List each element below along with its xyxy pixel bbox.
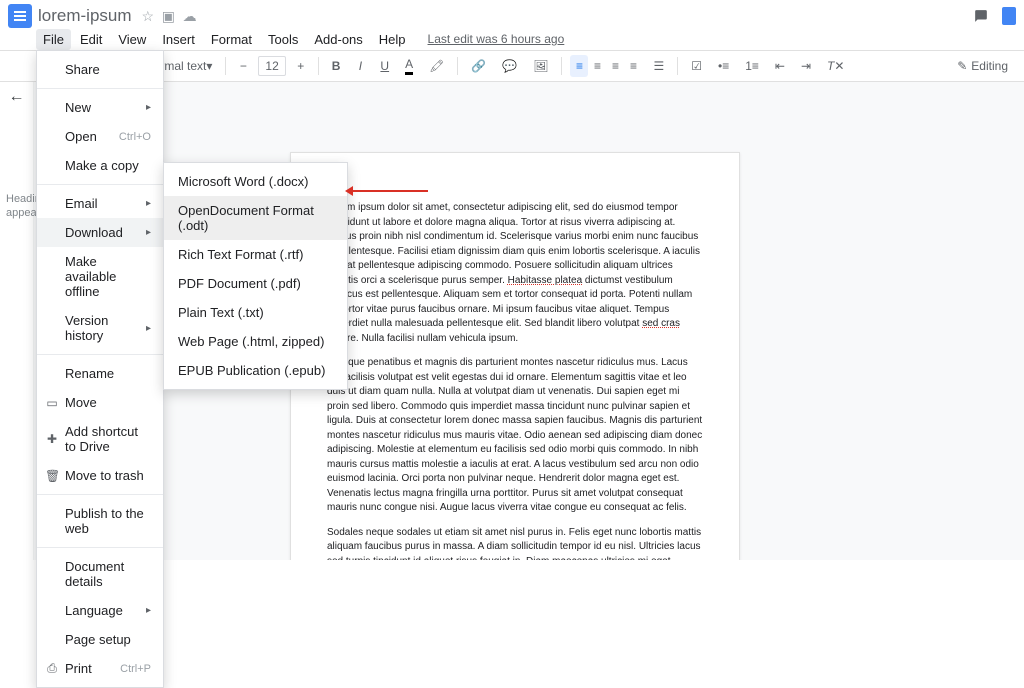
menu-divider (37, 88, 163, 89)
font-size-decrease[interactable]: − (234, 55, 252, 77)
download-epub[interactable]: EPUB Publication (.epub) (164, 356, 347, 385)
line-spacing-button[interactable]: ☰ (648, 55, 669, 77)
bulleted-list-button[interactable]: •≡ (713, 55, 734, 77)
separator (561, 57, 562, 75)
menu-addons[interactable]: Add-ons (307, 29, 369, 50)
menu-download[interactable]: Download▸ (37, 218, 163, 247)
menu-divider (37, 547, 163, 548)
menu-format[interactable]: Format (204, 29, 259, 50)
align-center-button[interactable]: ≡ (588, 55, 606, 77)
download-txt[interactable]: Plain Text (.txt) (164, 298, 347, 327)
menu-version-history[interactable]: Version history▸ (37, 306, 163, 350)
separator (677, 57, 678, 75)
annotation-arrow (348, 190, 428, 192)
menu-add-shortcut[interactable]: ✚Add shortcut to Drive (37, 417, 163, 461)
highlight-button[interactable]: 🖍 (424, 55, 449, 77)
outline-toggle[interactable]: ← (0, 82, 34, 560)
bold-button[interactable]: B (327, 55, 346, 77)
menu-share[interactable]: Share (37, 55, 163, 84)
doc-title[interactable]: lorem-ipsum (38, 6, 132, 26)
align-left-button[interactable]: ≡ (570, 55, 588, 77)
page[interactable]: Lorem ipsum dolor sit amet, consectetur … (290, 152, 740, 560)
menu-doc-details[interactable]: Document details (37, 552, 163, 596)
menu-divider (37, 184, 163, 185)
separator (318, 57, 319, 75)
menu-publish[interactable]: Publish to the web (37, 499, 163, 543)
checklist-button[interactable]: ☑ (686, 55, 707, 77)
menu-help[interactable]: Help (372, 29, 413, 50)
download-html[interactable]: Web Page (.html, zipped) (164, 327, 347, 356)
paragraph[interactable]: Sodales neque sodales ut etiam sit amet … (327, 526, 703, 561)
indent-increase-button[interactable]: ⇥ (796, 55, 816, 77)
paragraph[interactable]: Lorem ipsum dolor sit amet, consectetur … (327, 201, 703, 346)
indent-decrease-button[interactable]: ⇤ (770, 55, 790, 77)
share-avatar[interactable] (1002, 7, 1016, 25)
insert-link-button[interactable]: 🔗 (466, 55, 491, 77)
clear-formatting-button[interactable]: T✕ (822, 55, 849, 77)
title-icon-group: ☆ ▣ ☁ (138, 8, 197, 25)
insert-image-button[interactable]: 🖼 (528, 55, 553, 77)
align-justify-button[interactable]: ≡ (624, 55, 642, 77)
paragraph[interactable]: Natoque penatibus et magnis dis parturie… (327, 356, 703, 516)
menu-tools[interactable]: Tools (261, 29, 305, 50)
download-pdf[interactable]: PDF Document (.pdf) (164, 269, 347, 298)
separator (225, 57, 226, 75)
menu-make-copy[interactable]: Make a copy (37, 151, 163, 180)
menu-view[interactable]: View (111, 29, 153, 50)
menu-insert[interactable]: Insert (155, 29, 202, 50)
menu-file[interactable]: File (36, 29, 71, 50)
align-right-button[interactable]: ≡ (606, 55, 624, 77)
cloud-status-icon[interactable]: ☁ (183, 8, 197, 24)
star-icon[interactable]: ☆ (142, 8, 155, 24)
menu-print[interactable]: ⎙PrintCtrl+P (37, 654, 163, 683)
docs-logo[interactable] (8, 4, 32, 28)
download-submenu: Microsoft Word (.docx) OpenDocument Form… (163, 162, 348, 390)
menu-divider (37, 354, 163, 355)
underline-button[interactable]: U (375, 55, 394, 77)
mode-selector[interactable]: ✎ Editing (949, 55, 1016, 77)
menu-open[interactable]: OpenCtrl+O (37, 122, 163, 151)
last-edit-link[interactable]: Last edit was 6 hours ago (421, 29, 572, 49)
text-color-button[interactable]: A (400, 55, 418, 77)
menu-make-offline[interactable]: Make available offline (37, 247, 163, 306)
move-folder-icon[interactable]: ▣ (162, 8, 175, 24)
menu-new[interactable]: New▸ (37, 93, 163, 122)
download-docx[interactable]: Microsoft Word (.docx) (164, 167, 347, 196)
menu-edit[interactable]: Edit (73, 29, 109, 50)
menu-rename[interactable]: Rename (37, 359, 163, 388)
download-odt[interactable]: OpenDocument Format (.odt) (164, 196, 347, 240)
numbered-list-button[interactable]: 1≡ (740, 55, 764, 77)
font-size-input[interactable]: 12 (258, 56, 285, 76)
menu-page-setup[interactable]: Page setup (37, 625, 163, 654)
menu-language[interactable]: Language▸ (37, 596, 163, 625)
font-size-increase[interactable]: + (292, 55, 310, 77)
menu-move-trash[interactable]: 🗑Move to trash (37, 461, 163, 490)
italic-button[interactable]: I (351, 55, 369, 77)
separator (457, 57, 458, 75)
comments-icon[interactable] (974, 9, 988, 23)
download-rtf[interactable]: Rich Text Format (.rtf) (164, 240, 347, 269)
menu-divider (37, 494, 163, 495)
menu-email[interactable]: Email▸ (37, 189, 163, 218)
file-menu: Share New▸ OpenCtrl+O Make a copy Email▸… (36, 50, 164, 688)
menubar: File Edit View Insert Format Tools Add-o… (0, 28, 1024, 50)
menu-move[interactable]: ▭Move (37, 388, 163, 417)
insert-comment-button[interactable]: 💬 (497, 55, 522, 77)
